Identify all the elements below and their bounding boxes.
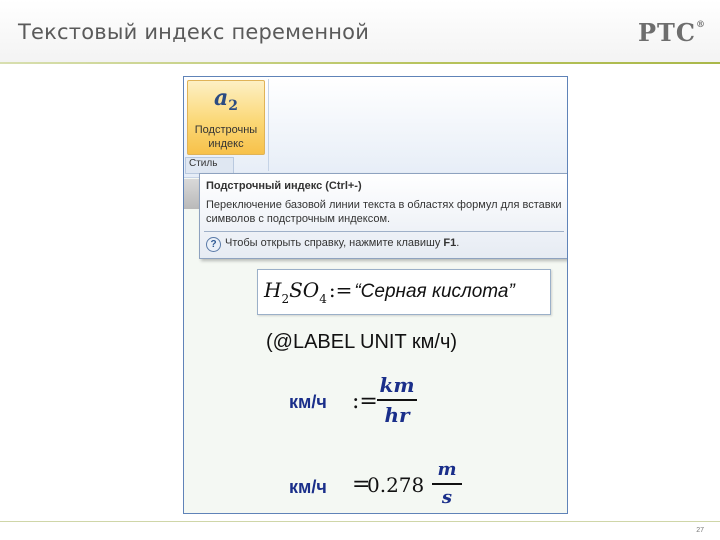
formula-var1-sub: 2 xyxy=(281,292,290,306)
formula-string-value: “Серная кислота” xyxy=(354,281,515,302)
embedded-screenshot: a2 Подстрочны индекс Стиль Подстрочный и… xyxy=(183,76,568,514)
eq2-denominator: s xyxy=(441,487,453,508)
page-number: 27 xyxy=(696,527,704,534)
tooltip-help-text: Чтобы открыть справку, нажмите клавишу F… xyxy=(225,237,459,249)
ptc-logo: PTC® xyxy=(638,18,706,47)
formula-h2so4: H2SO4:= “Серная кислота” xyxy=(264,278,515,306)
logo-text: PTC xyxy=(637,18,696,47)
eq2-numerator: m xyxy=(437,459,457,480)
eq1-fraction-bar xyxy=(377,399,417,401)
subscript-button-label: Подстрочны индекс xyxy=(188,123,264,151)
subscript-button[interactable]: a2 Подстрочны индекс xyxy=(187,80,265,155)
eq2-fraction: m s xyxy=(432,459,462,509)
slide-header: Текстовый индекс переменной PTC® xyxy=(0,0,720,62)
formula-region[interactable]: H2SO4:= “Серная кислота” xyxy=(257,269,551,315)
formula-assign: := xyxy=(328,278,353,302)
unit-definition-equation[interactable]: км/ч := km hr xyxy=(289,373,549,433)
ribbon: a2 Подстрочны индекс Стиль xyxy=(184,77,567,178)
subscript-button-label-line1: Подстрочны xyxy=(194,124,258,136)
tooltip-title: Подстрочный индекс (Ctrl+-) xyxy=(206,180,362,192)
formula-var1: H xyxy=(264,278,282,302)
eq1-denominator: hr xyxy=(384,403,410,427)
help-text-suffix: . xyxy=(456,237,460,249)
tooltip-divider xyxy=(204,231,564,232)
eq1-unit: км/ч xyxy=(289,392,327,412)
subscript-icon-letter: a xyxy=(213,85,229,111)
ribbon-group-label: Стиль xyxy=(185,157,234,174)
eq2-fraction-bar xyxy=(432,483,462,485)
subscript-icon: a2 xyxy=(188,85,264,114)
header-divider xyxy=(0,62,720,64)
tooltip-description: Переключение базовой линии текста в обла… xyxy=(206,199,562,225)
formula-var2-sub: 4 xyxy=(319,292,327,306)
eq2-value: 0.278 xyxy=(367,473,425,497)
eq1-operator: := xyxy=(352,389,378,414)
label-unit-line: (@LABEL UNIT км/ч) xyxy=(266,331,458,353)
eq1-fraction: km hr xyxy=(377,373,417,427)
tooltip-subscript: Подстрочный индекс (Ctrl+-) Переключение… xyxy=(199,173,567,259)
help-key: F1 xyxy=(443,237,457,249)
slide-title: Текстовый индекс переменной xyxy=(18,20,370,44)
logo-registered-mark: ® xyxy=(696,20,706,30)
help-text-prefix: Чтобы открыть справку, нажмите клавишу xyxy=(225,237,441,249)
eq2-unit: км/ч xyxy=(289,477,327,497)
formula-var2: SO xyxy=(289,278,320,302)
help-icon: ? xyxy=(206,237,221,252)
ribbon-divider xyxy=(268,79,269,171)
unit-evaluation-equation[interactable]: км/ч = 0.278 m s xyxy=(289,459,549,513)
subscript-icon-digit: 2 xyxy=(228,98,238,114)
footer-divider xyxy=(0,521,720,522)
subscript-button-label-line2: индекс xyxy=(208,138,244,150)
eq1-numerator: km xyxy=(379,373,415,397)
